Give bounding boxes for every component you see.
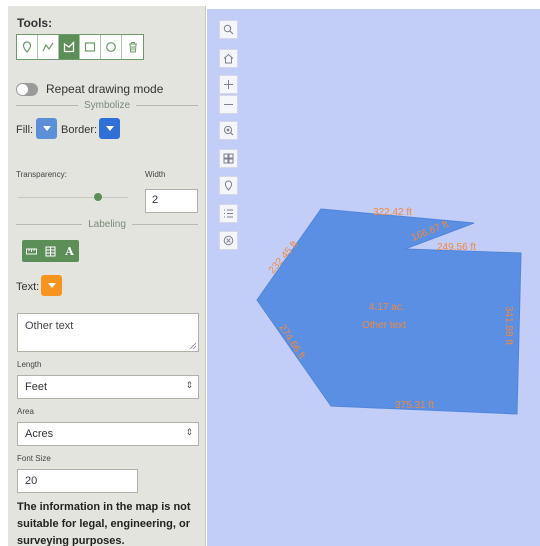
circle-tool-button[interactable]	[101, 35, 122, 59]
chevron-down-icon	[105, 125, 114, 131]
area-units-select[interactable]: Acres ⇕	[17, 422, 199, 446]
area-label: Area	[17, 407, 34, 416]
fill-label: Fill:	[16, 124, 34, 136]
font-size-input[interactable]: 20	[17, 469, 138, 493]
label-text-button[interactable]: A	[60, 240, 79, 262]
text-color-dropdown[interactable]	[41, 275, 62, 296]
width-input[interactable]: 2	[145, 189, 198, 213]
area-label-text: 4.17 ac.	[369, 302, 405, 313]
transparency-label: Transparency:	[16, 170, 67, 179]
symbolize-heading: Symbolize	[83, 99, 131, 111]
rectangle-icon	[84, 42, 96, 52]
select-arrows-icon: ⇕	[185, 380, 193, 390]
drawing-toolbar	[16, 34, 144, 60]
repeat-drawing-toggle[interactable]	[16, 82, 38, 96]
area-icon	[45, 246, 56, 256]
trash-icon	[128, 42, 137, 53]
length-units-select[interactable]: Feet ⇕	[17, 375, 199, 399]
polygon-icon	[63, 41, 75, 53]
ruler-icon	[26, 248, 37, 254]
text-color-label: Text:	[16, 281, 40, 293]
point-tool-button[interactable]	[17, 35, 38, 59]
repeat-drawing-label: Repeat drawing mode	[46, 82, 164, 96]
measure-label-3: 249.56 ft	[437, 242, 476, 253]
polygon-tool-button[interactable]	[59, 35, 80, 59]
labeling-heading: Labeling	[88, 218, 126, 230]
measure-label-1: 322.42 ft	[373, 207, 412, 218]
chevron-down-icon	[47, 282, 56, 288]
fill-color-dropdown[interactable]	[36, 118, 57, 139]
circle-icon	[106, 42, 116, 52]
label-area-button[interactable]	[41, 240, 60, 262]
chevron-down-icon	[42, 125, 51, 131]
delete-tool-button[interactable]	[122, 35, 143, 59]
width-label: Width	[145, 170, 166, 179]
area-units-value: Acres	[25, 428, 54, 440]
tools-title: Tools:	[17, 16, 53, 30]
font-size-label: Font Size	[17, 454, 51, 463]
measure-label-6: 341.88 ft	[503, 306, 514, 345]
polyline-icon	[42, 42, 54, 52]
labeling-toolbar: A	[22, 240, 79, 262]
resize-grip-icon[interactable]	[190, 343, 196, 349]
map-canvas[interactable]: 322.42 ft 166.67 ft 249.56 ft 232.45 ft …	[207, 9, 540, 546]
select-arrows-icon: ⇕	[185, 427, 193, 437]
label-text-value: Other text	[25, 320, 74, 332]
disclaimer-text: The information in the map is not suitab…	[17, 501, 191, 546]
symbolize-divider: Symbolize	[16, 99, 199, 111]
other-text-label: Other text	[362, 320, 406, 331]
text-a-icon: A	[65, 244, 74, 258]
transparency-slider-thumb[interactable]	[94, 193, 102, 201]
border-color-dropdown[interactable]	[99, 118, 120, 139]
rectangle-tool-button[interactable]	[80, 35, 101, 59]
labeling-divider: Labeling	[16, 218, 198, 230]
repeat-drawing-row: Repeat drawing mode	[16, 82, 163, 96]
drawn-shape-layer: 322.42 ft 166.67 ft 249.56 ft 232.45 ft …	[256, 207, 522, 415]
marker-icon	[22, 41, 32, 53]
measure-label-7: 375.31 ft	[395, 400, 434, 411]
label-length-button[interactable]	[22, 240, 41, 262]
tools-panel: Tools: Repeat drawing mode Symbolize Fil…	[8, 6, 206, 546]
transparency-slider-track[interactable]	[18, 197, 128, 198]
border-label: Border:	[61, 124, 98, 136]
length-units-value: Feet	[25, 381, 48, 393]
label-text-area[interactable]: Other text	[17, 313, 199, 352]
length-label: Length	[17, 360, 42, 369]
line-tool-button[interactable]	[38, 35, 59, 59]
